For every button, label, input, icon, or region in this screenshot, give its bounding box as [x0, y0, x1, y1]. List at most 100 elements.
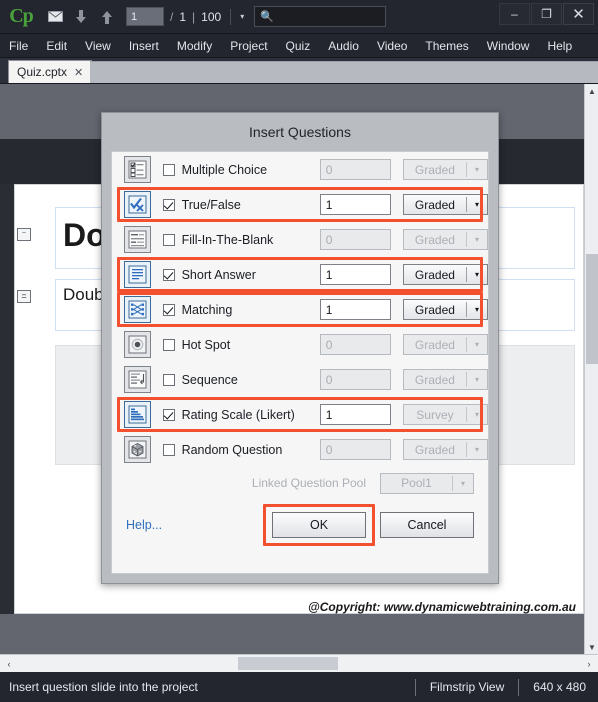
document-tab-quiz[interactable]: Quiz.cptx ✕: [8, 60, 93, 83]
vertical-scrollbar[interactable]: ▲ ▼: [584, 84, 598, 654]
vertical-scroll-thumb[interactable]: [586, 254, 598, 364]
close-icon[interactable]: ✕: [74, 66, 83, 79]
count-value-rating-scale: 1: [325, 407, 333, 422]
page-number-input[interactable]: 1: [126, 7, 164, 26]
type-dropdown-sequence[interactable]: Graded ▾: [402, 369, 488, 390]
label-true-false: True/False: [181, 197, 241, 212]
sequence-icon: [123, 366, 151, 393]
linked-question-pool-dropdown[interactable]: Pool1 ▾: [380, 472, 474, 494]
count-input-multiple-choice[interactable]: 0: [319, 159, 391, 180]
count-value-random-question: 0: [325, 442, 333, 457]
type-dropdown-true-false[interactable]: Graded ▾: [402, 194, 488, 215]
label-short-answer: Short Answer: [181, 267, 256, 282]
count-input-hot-spot[interactable]: 0: [319, 334, 391, 355]
menu-item-video[interactable]: Video: [368, 36, 416, 56]
question-row-random-question[interactable]: Random Question 0 Graded ▾: [112, 432, 488, 467]
count-input-random-question[interactable]: 0: [319, 439, 391, 460]
type-value-rating-scale: Survey: [416, 407, 454, 422]
page-number-value: 1: [131, 10, 138, 23]
stage-dimensions: 640 x 480: [533, 680, 586, 694]
mail-icon[interactable]: [42, 6, 68, 28]
close-button[interactable]: ✕: [563, 3, 594, 25]
checkbox-true-false[interactable]: [162, 198, 175, 211]
label-multiple-choice: Multiple Choice: [181, 162, 268, 177]
count-input-true-false[interactable]: 1: [319, 194, 391, 215]
arrow-up-icon[interactable]: [94, 6, 120, 28]
type-value-hot-spot: Graded: [414, 337, 455, 352]
menu-item-project[interactable]: Project: [221, 36, 276, 56]
question-row-matching[interactable]: Matching 1 Graded ▾: [112, 292, 488, 327]
dialog-button-row: Help... OK Cancel: [112, 499, 488, 551]
count-value-fill-in-the-blank: 0: [325, 232, 333, 247]
scroll-up-icon[interactable]: ▲: [585, 84, 598, 98]
menu-item-insert[interactable]: Insert: [120, 36, 168, 56]
count-input-short-answer[interactable]: 1: [319, 264, 391, 285]
checkbox-random-question[interactable]: [162, 443, 175, 456]
menu-item-quiz[interactable]: Quiz: [277, 36, 320, 56]
chevron-down-icon: ▾: [474, 165, 479, 174]
checkbox-matching[interactable]: [162, 303, 175, 316]
ok-button[interactable]: OK: [272, 512, 366, 538]
question-row-multiple-choice[interactable]: Multiple Choice 0 Graded ▾: [112, 152, 488, 187]
count-input-rating-scale[interactable]: 1: [319, 404, 391, 425]
view-mode-label[interactable]: Filmstrip View: [430, 680, 504, 694]
scroll-right-icon[interactable]: ›: [581, 655, 597, 672]
menu-item-help[interactable]: Help: [538, 36, 581, 56]
chevron-down-icon: ▾: [474, 270, 479, 279]
search-input[interactable]: 🔍: [254, 6, 387, 27]
help-link[interactable]: Help...: [126, 518, 162, 532]
type-dropdown-random-question[interactable]: Graded ▾: [402, 439, 488, 460]
scroll-down-icon[interactable]: ▼: [585, 640, 598, 654]
label-fill-in-the-blank: Fill-In-The-Blank: [181, 232, 274, 247]
chevron-down-icon[interactable]: ▾: [240, 12, 244, 21]
filmstrip-rail[interactable]: [0, 184, 14, 654]
horizontal-scroll-thumb[interactable]: [238, 657, 338, 670]
menu-item-window[interactable]: Window: [478, 36, 539, 56]
hot-spot-icon: [123, 331, 151, 358]
rating-scale-icon: [123, 401, 151, 428]
type-value-multiple-choice: Graded: [414, 162, 455, 177]
question-row-hot-spot[interactable]: Hot Spot 0 Graded ▾: [112, 327, 488, 362]
menu-item-file[interactable]: File: [0, 36, 37, 56]
type-dropdown-hot-spot[interactable]: Graded ▾: [402, 334, 488, 355]
type-dropdown-matching[interactable]: Graded ▾: [402, 299, 488, 320]
cancel-button[interactable]: Cancel: [380, 512, 474, 538]
checkbox-short-answer[interactable]: [162, 268, 175, 281]
chevron-down-icon: ▾: [474, 410, 479, 419]
count-input-fill-in-the-blank[interactable]: 0: [319, 229, 391, 250]
checkbox-multiple-choice[interactable]: [162, 163, 175, 176]
collapse-toggle-title[interactable]: ⁻: [17, 228, 31, 241]
checkbox-sequence[interactable]: [162, 373, 175, 386]
status-bar: Insert question slide into the project F…: [0, 672, 598, 702]
arrow-down-icon[interactable]: [68, 6, 94, 28]
linked-question-pool-label: Linked Question Pool: [251, 476, 366, 490]
menu-item-edit[interactable]: Edit: [37, 36, 76, 56]
horizontal-scrollbar[interactable]: ‹ ›: [0, 654, 598, 672]
count-input-sequence[interactable]: 0: [319, 369, 391, 390]
question-row-fill-in-the-blank[interactable]: Fill-In-The-Blank 0 Graded ▾: [112, 222, 488, 257]
dialog-body: Multiple Choice 0 Graded ▾ True/False 1 …: [111, 151, 489, 574]
question-row-short-answer[interactable]: Short Answer 1 Graded ▾: [112, 257, 488, 292]
maximize-button[interactable]: ❐: [531, 3, 562, 25]
minimize-button[interactable]: –: [499, 3, 530, 25]
menu-item-view[interactable]: View: [76, 36, 120, 56]
checkbox-fill-in-the-blank[interactable]: [162, 233, 175, 246]
menu-item-modify[interactable]: Modify: [168, 36, 221, 56]
question-row-rating-scale[interactable]: Rating Scale (Likert) 1 Survey ▾: [112, 397, 488, 432]
checkbox-rating-scale[interactable]: [162, 408, 175, 421]
count-input-matching[interactable]: 1: [319, 299, 391, 320]
type-dropdown-fill-in-the-blank[interactable]: Graded ▾: [402, 229, 488, 250]
type-dropdown-multiple-choice[interactable]: Graded ▾: [402, 159, 488, 180]
menu-item-themes[interactable]: Themes: [416, 36, 477, 56]
chevron-down-icon: ▾: [474, 305, 479, 314]
checkbox-hot-spot[interactable]: [162, 338, 175, 351]
question-row-true-false[interactable]: True/False 1 Graded ▾: [112, 187, 488, 222]
scroll-left-icon[interactable]: ‹: [1, 655, 17, 672]
menu-item-audio[interactable]: Audio: [319, 36, 368, 56]
multiple-choice-icon: [123, 156, 151, 183]
type-dropdown-short-answer[interactable]: Graded ▾: [402, 264, 488, 285]
question-row-sequence[interactable]: Sequence 0 Graded ▾: [112, 362, 488, 397]
collapse-toggle-subtitle[interactable]: =: [17, 290, 31, 303]
type-dropdown-rating-scale[interactable]: Survey ▾: [402, 404, 488, 425]
type-value-matching: Graded: [414, 302, 455, 317]
